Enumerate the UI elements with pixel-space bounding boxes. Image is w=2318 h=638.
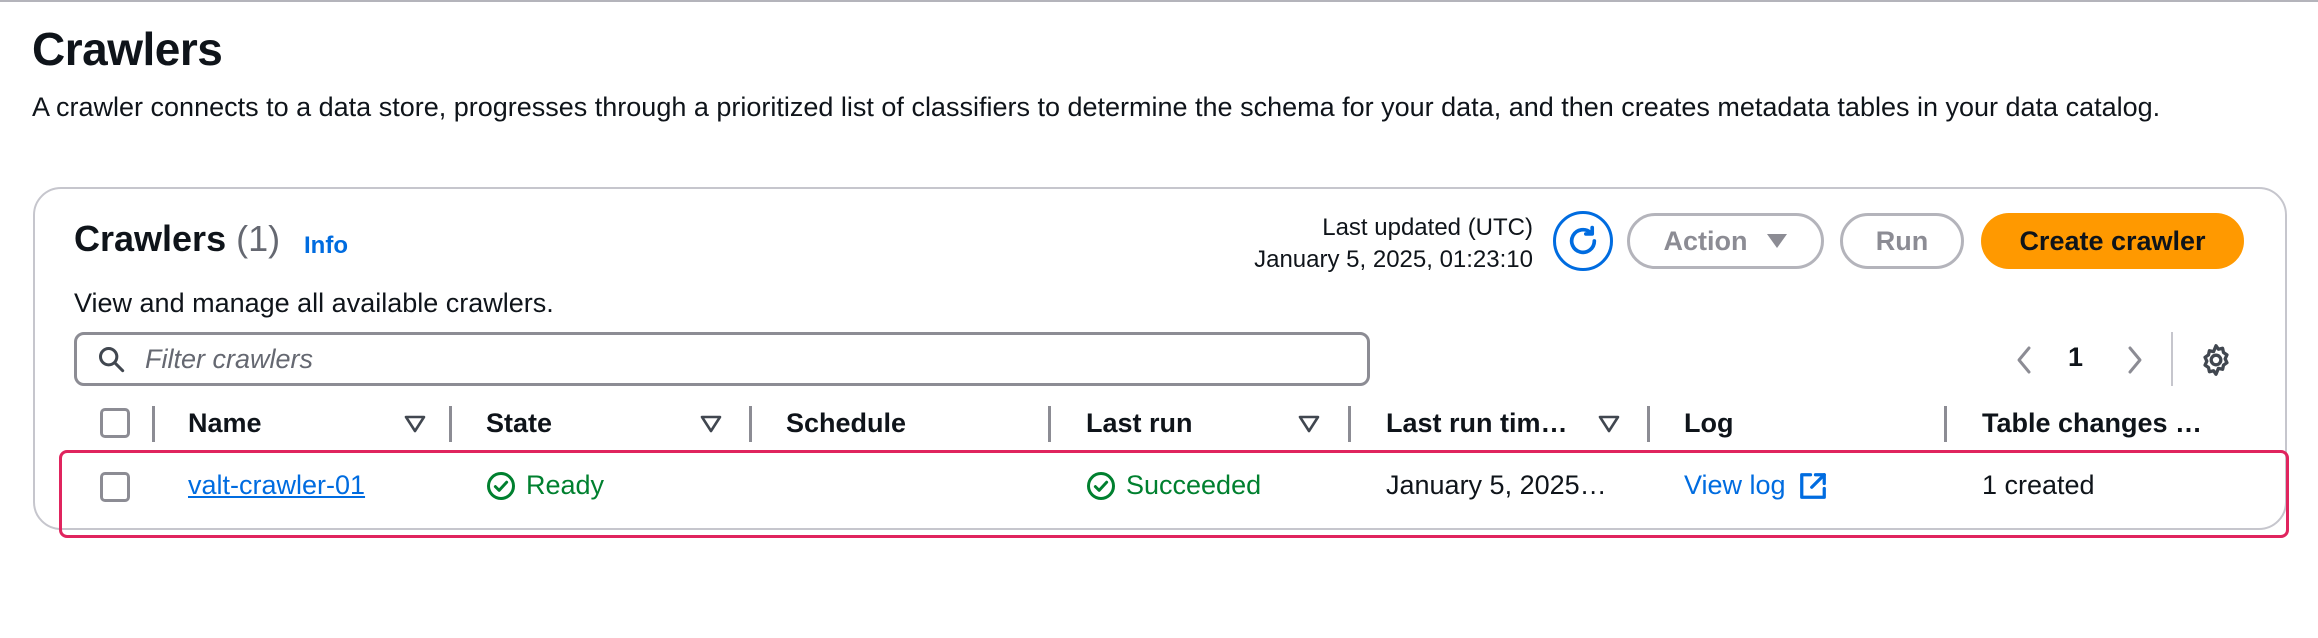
action-dropdown-button[interactable]: Action [1627, 213, 1824, 269]
last-updated-value: January 5, 2025, 01:23:10 [1254, 246, 1533, 273]
filter-input[interactable] [145, 343, 1325, 375]
external-link-icon [1799, 472, 1826, 499]
column-header-schedule[interactable]: Schedule [786, 408, 906, 439]
chevron-left-icon [2017, 346, 2031, 374]
search-icon [98, 346, 125, 373]
gear-icon [2203, 344, 2229, 376]
view-log-link[interactable]: View log [1684, 470, 1828, 501]
column-header-last-run-time[interactable]: Last run tim… [1386, 408, 1568, 439]
last-run-time-cell: January 5, 2025… [1386, 470, 1607, 500]
table-title-text: Crawlers [74, 218, 227, 259]
row-checkbox[interactable] [100, 472, 130, 502]
table-description: View and manage all available crawlers. [74, 288, 554, 318]
column-header-log[interactable]: Log [1684, 408, 1733, 439]
state-cell: Ready [486, 470, 604, 501]
table-changes-cell: 1 created [1982, 470, 2095, 500]
column-divider[interactable] [749, 406, 752, 442]
column-header-table-changes[interactable]: Table changes … [1982, 408, 2202, 439]
page-title: Crawlers [32, 23, 223, 75]
view-log-text: View log [1684, 470, 1786, 500]
select-all-checkbox[interactable] [100, 408, 130, 438]
action-button-label: Action [1663, 225, 1748, 256]
sort-icon[interactable] [700, 414, 722, 434]
page-description: A crawler connects to a data store, prog… [32, 92, 2161, 122]
column-header-state[interactable]: State [486, 408, 552, 439]
pagination-divider [2171, 332, 2173, 386]
check-circle-icon [487, 471, 515, 500]
previous-page-button[interactable] [2009, 342, 2039, 378]
run-button[interactable]: Run [1840, 213, 1964, 269]
header-divider [74, 450, 2244, 452]
crawler-name-link[interactable]: valt-crawler-01 [188, 470, 365, 501]
column-divider[interactable] [152, 406, 155, 442]
column-divider[interactable] [1647, 406, 1650, 442]
refresh-icon [1569, 225, 1597, 255]
caret-down-icon [1766, 234, 1787, 248]
state-text: Ready [526, 470, 605, 500]
last-run-cell: Succeeded [1086, 470, 1261, 501]
last-run-text: Succeeded [1126, 470, 1262, 500]
next-page-button[interactable] [2120, 342, 2150, 378]
last-updated-label: Last updated (UTC) [1322, 214, 1533, 241]
top-divider [0, 0, 2318, 2]
create-crawler-button[interactable]: Create crawler [1981, 213, 2244, 269]
table-settings-button[interactable] [2196, 340, 2236, 380]
last-updated: Last updated (UTC) January 5, 2025, 01:2… [1254, 212, 1533, 276]
table-title: Crawlers (1) [74, 218, 280, 260]
column-header-name[interactable]: Name [188, 408, 262, 439]
info-link[interactable]: Info [304, 232, 348, 260]
refresh-button[interactable] [1553, 211, 1613, 271]
column-divider[interactable] [1944, 406, 1947, 442]
current-page-number[interactable]: 1 [2068, 342, 2083, 373]
sort-icon[interactable] [404, 414, 426, 434]
sort-icon[interactable] [1598, 414, 1620, 434]
sort-icon[interactable] [1298, 414, 1320, 434]
check-circle-icon [1087, 471, 1115, 500]
filter-field[interactable] [74, 332, 1370, 386]
column-divider[interactable] [1048, 406, 1051, 442]
chevron-right-icon [2128, 346, 2142, 374]
column-divider[interactable] [1348, 406, 1351, 442]
column-header-last-run[interactable]: Last run [1086, 408, 1193, 439]
table-count: (1) [236, 218, 281, 259]
column-divider[interactable] [449, 406, 452, 442]
